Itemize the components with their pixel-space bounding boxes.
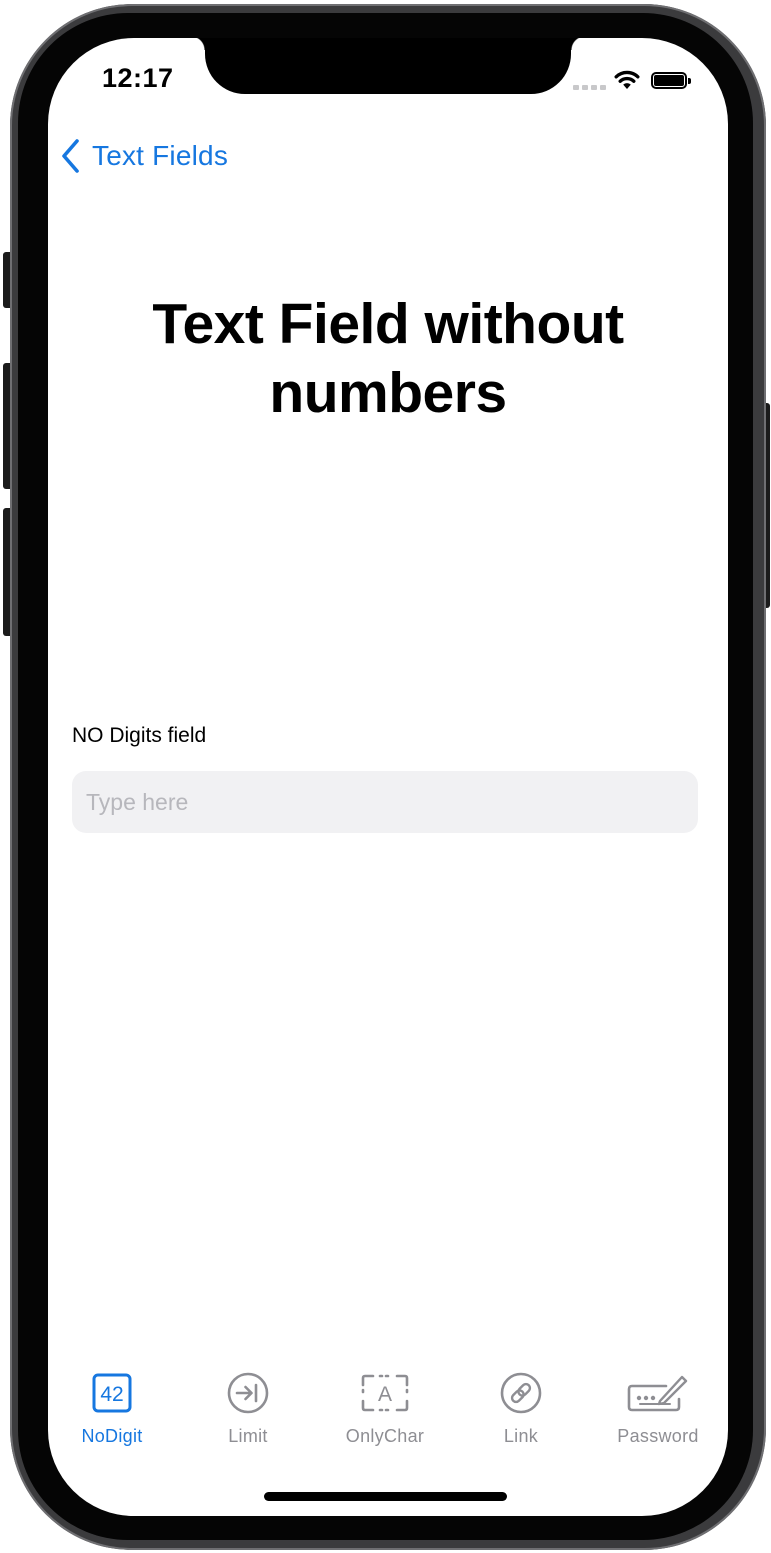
tab-link-label: Link [503, 1426, 539, 1446]
chevron-left-icon [62, 139, 79, 173]
password-signature-icon [627, 1375, 688, 1412]
tab-link[interactable]: Link [461, 1368, 581, 1447]
tab-onlychar-label: OnlyChar [345, 1426, 425, 1446]
no-digits-field-label: NO Digits field [72, 724, 207, 747]
arrow-right-to-line-circle-icon [227, 1372, 269, 1414]
status-time: 12:17 [102, 63, 174, 93]
notch [191, 38, 585, 94]
link-circle-icon [500, 1372, 542, 1414]
battery-icon [651, 72, 691, 89]
svg-text:A: A [378, 1383, 392, 1406]
tab-password-label: Password [617, 1426, 699, 1446]
character-a-viewfinder-icon: A [361, 1374, 409, 1412]
back-button-label: Text Fields [92, 140, 229, 171]
tab-limit[interactable]: Limit [188, 1368, 308, 1447]
tab-bar: 42 NoDigit Limit A OnlyChar Link Passwor… [48, 1368, 728, 1468]
tab-limit-label: Limit [228, 1426, 268, 1446]
wifi-icon [614, 70, 640, 89]
tab-password[interactable]: Password [598, 1368, 718, 1447]
no-digits-text-field[interactable] [72, 771, 698, 833]
tab-nodigit[interactable]: 42 NoDigit [52, 1368, 172, 1447]
svg-text:42: 42 [100, 1383, 123, 1406]
number-42-square-icon: 42 [92, 1373, 132, 1413]
page-title-line-1: Text Field without [152, 292, 624, 356]
cellular-signal-icon [573, 85, 606, 90]
tab-onlychar[interactable]: A OnlyChar [325, 1368, 445, 1447]
device-screen: 12:17 Text Fields Text Field without num… [48, 38, 728, 1516]
page-title-line-2: numbers [269, 361, 507, 425]
home-indicator[interactable] [264, 1492, 507, 1501]
page-title: Text Field without numbers [88, 290, 688, 428]
tab-nodigit-label: NoDigit [81, 1426, 143, 1446]
back-button[interactable]: Text Fields [60, 138, 228, 174]
